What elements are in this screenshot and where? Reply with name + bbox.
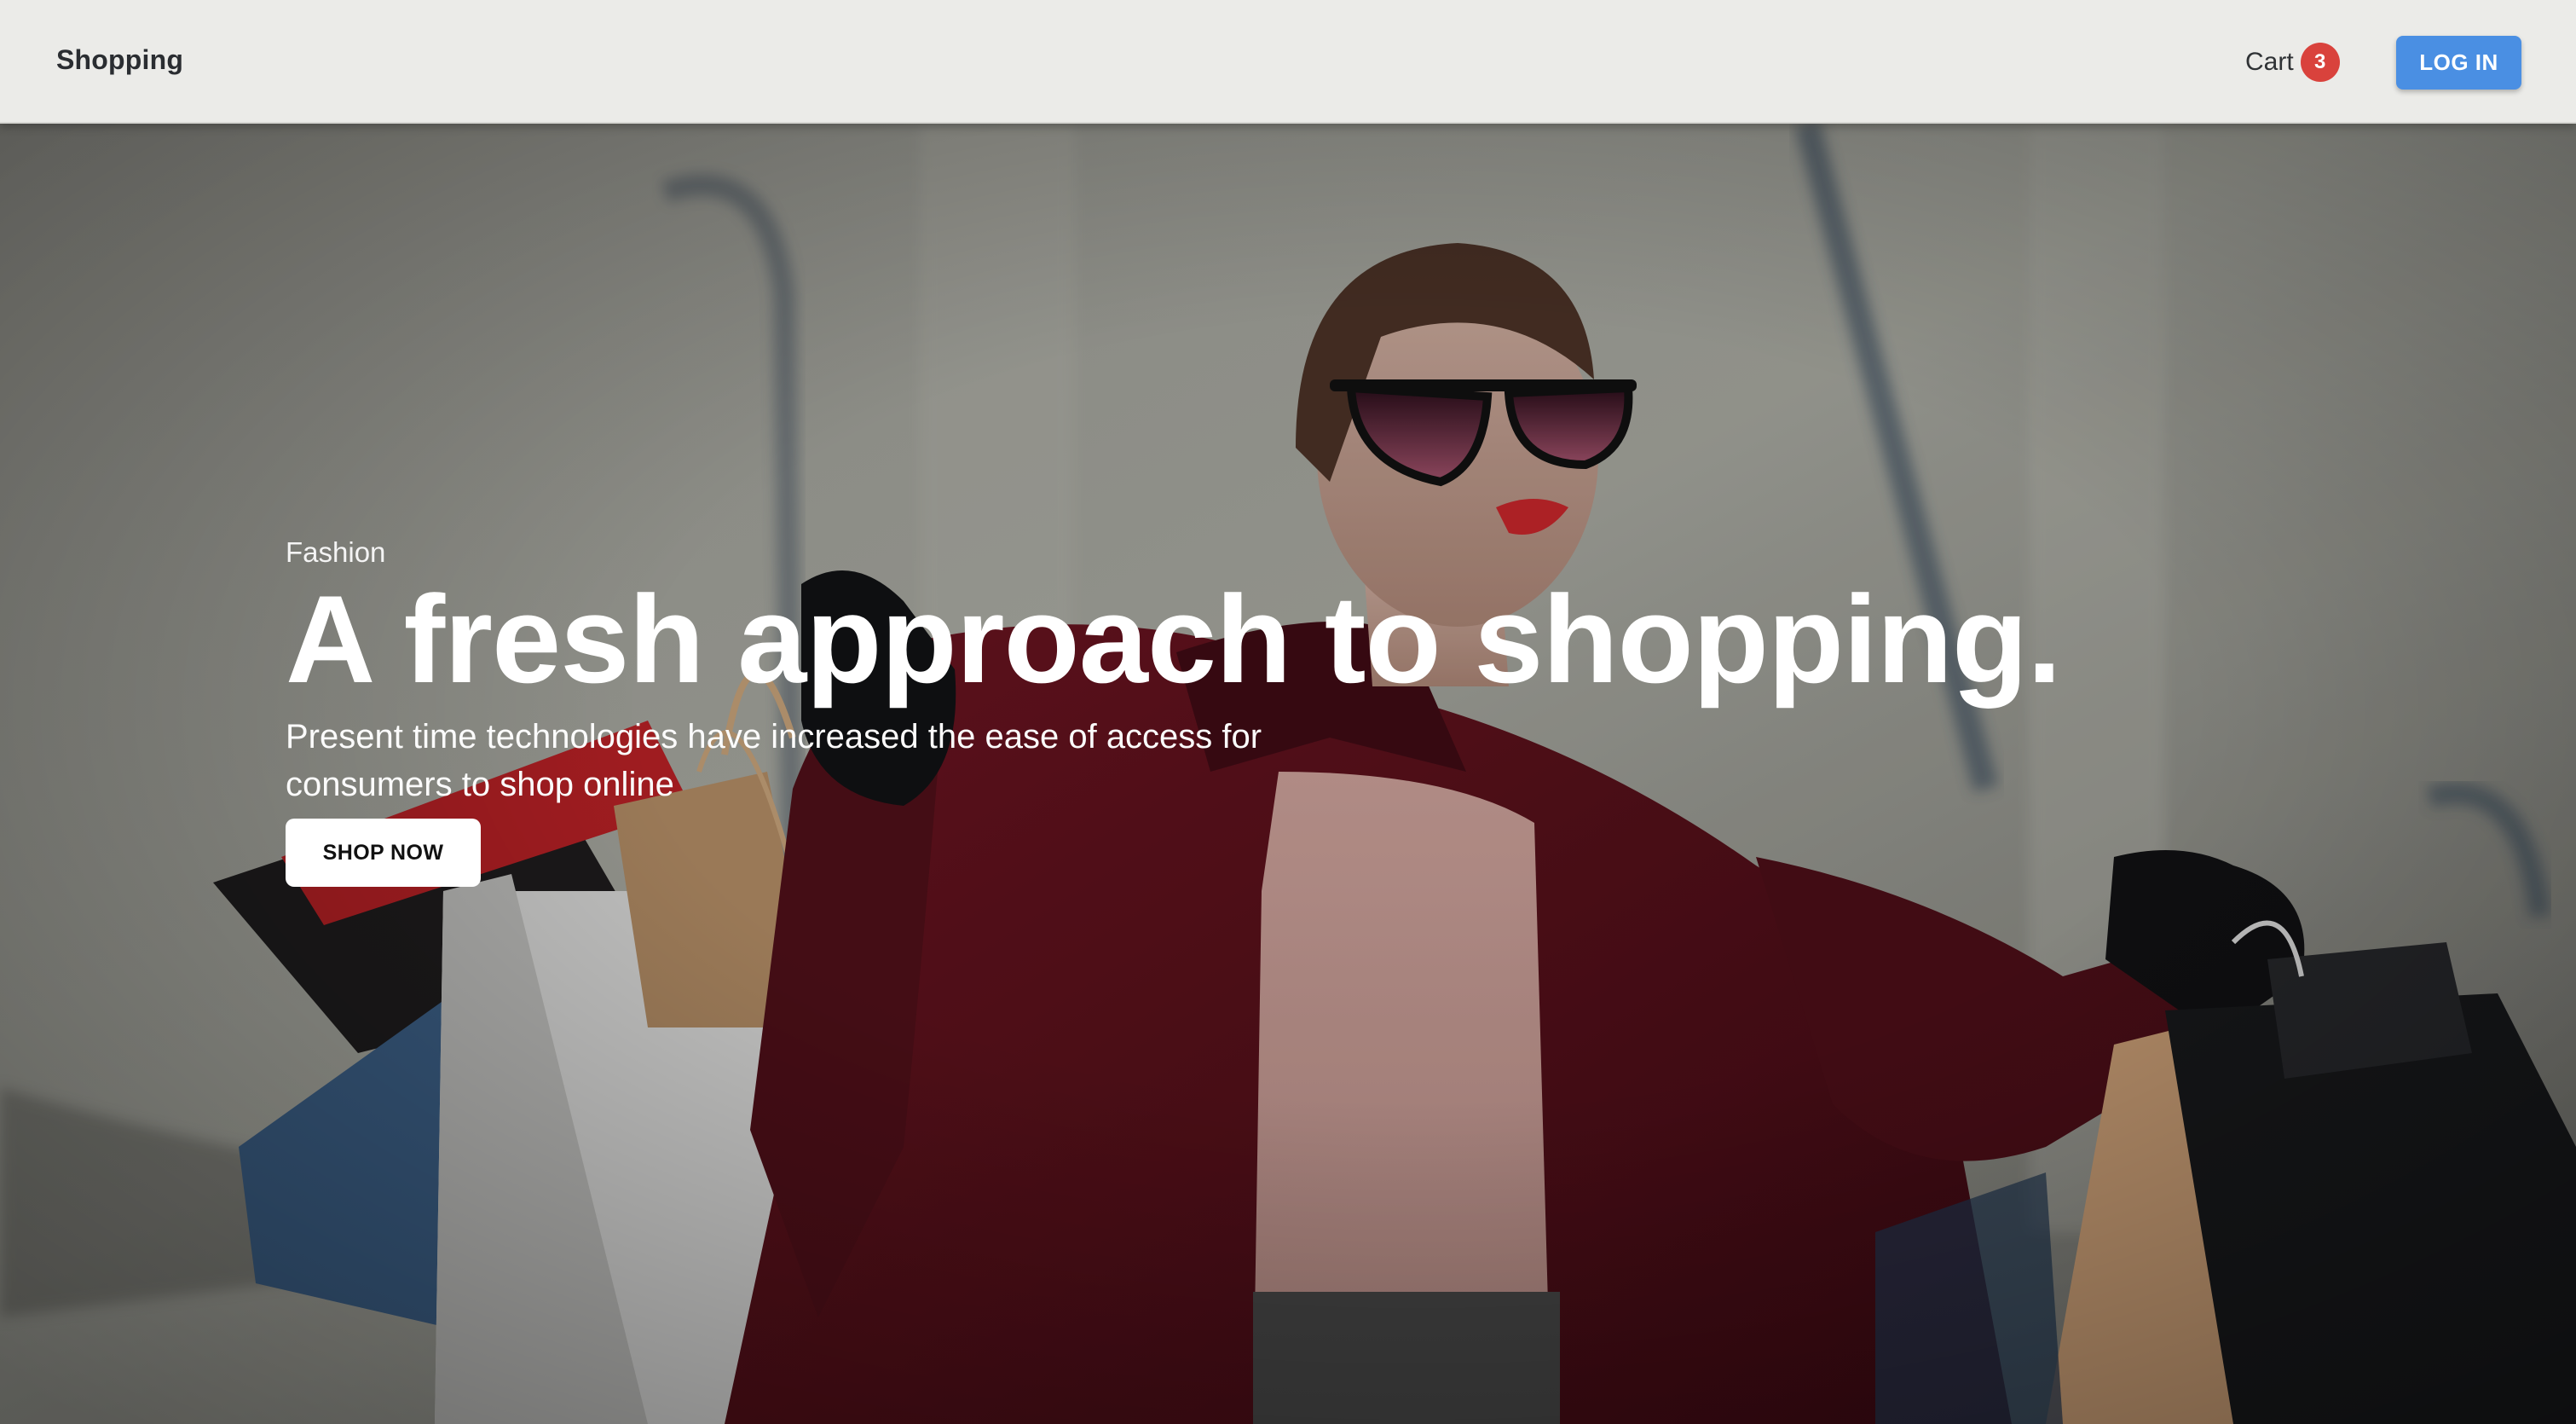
cart-label: Cart [2245, 48, 2294, 76]
hero-category-label: Fashion [286, 536, 386, 568]
hero-description: Present time technologies have increased… [286, 718, 1262, 803]
shop-now-button[interactable]: SHOP NOW [286, 819, 481, 887]
cart-count-badge: 3 [2300, 43, 2340, 82]
login-button[interactable]: LOG IN [2396, 36, 2521, 90]
hero-copy: Fashion A fresh approach to shopping. Pr… [286, 535, 2417, 887]
hero-banner: Fashion A fresh approach to shopping. Pr… [0, 124, 2576, 1424]
app-header: Shopping Cart 3 LOG IN [0, 0, 2576, 124]
hero-headline: A fresh approach to shopping. [286, 570, 2062, 709]
brand-logo[interactable]: Shopping [56, 44, 183, 76]
cart-link[interactable]: Cart 3 [2245, 40, 2340, 84]
